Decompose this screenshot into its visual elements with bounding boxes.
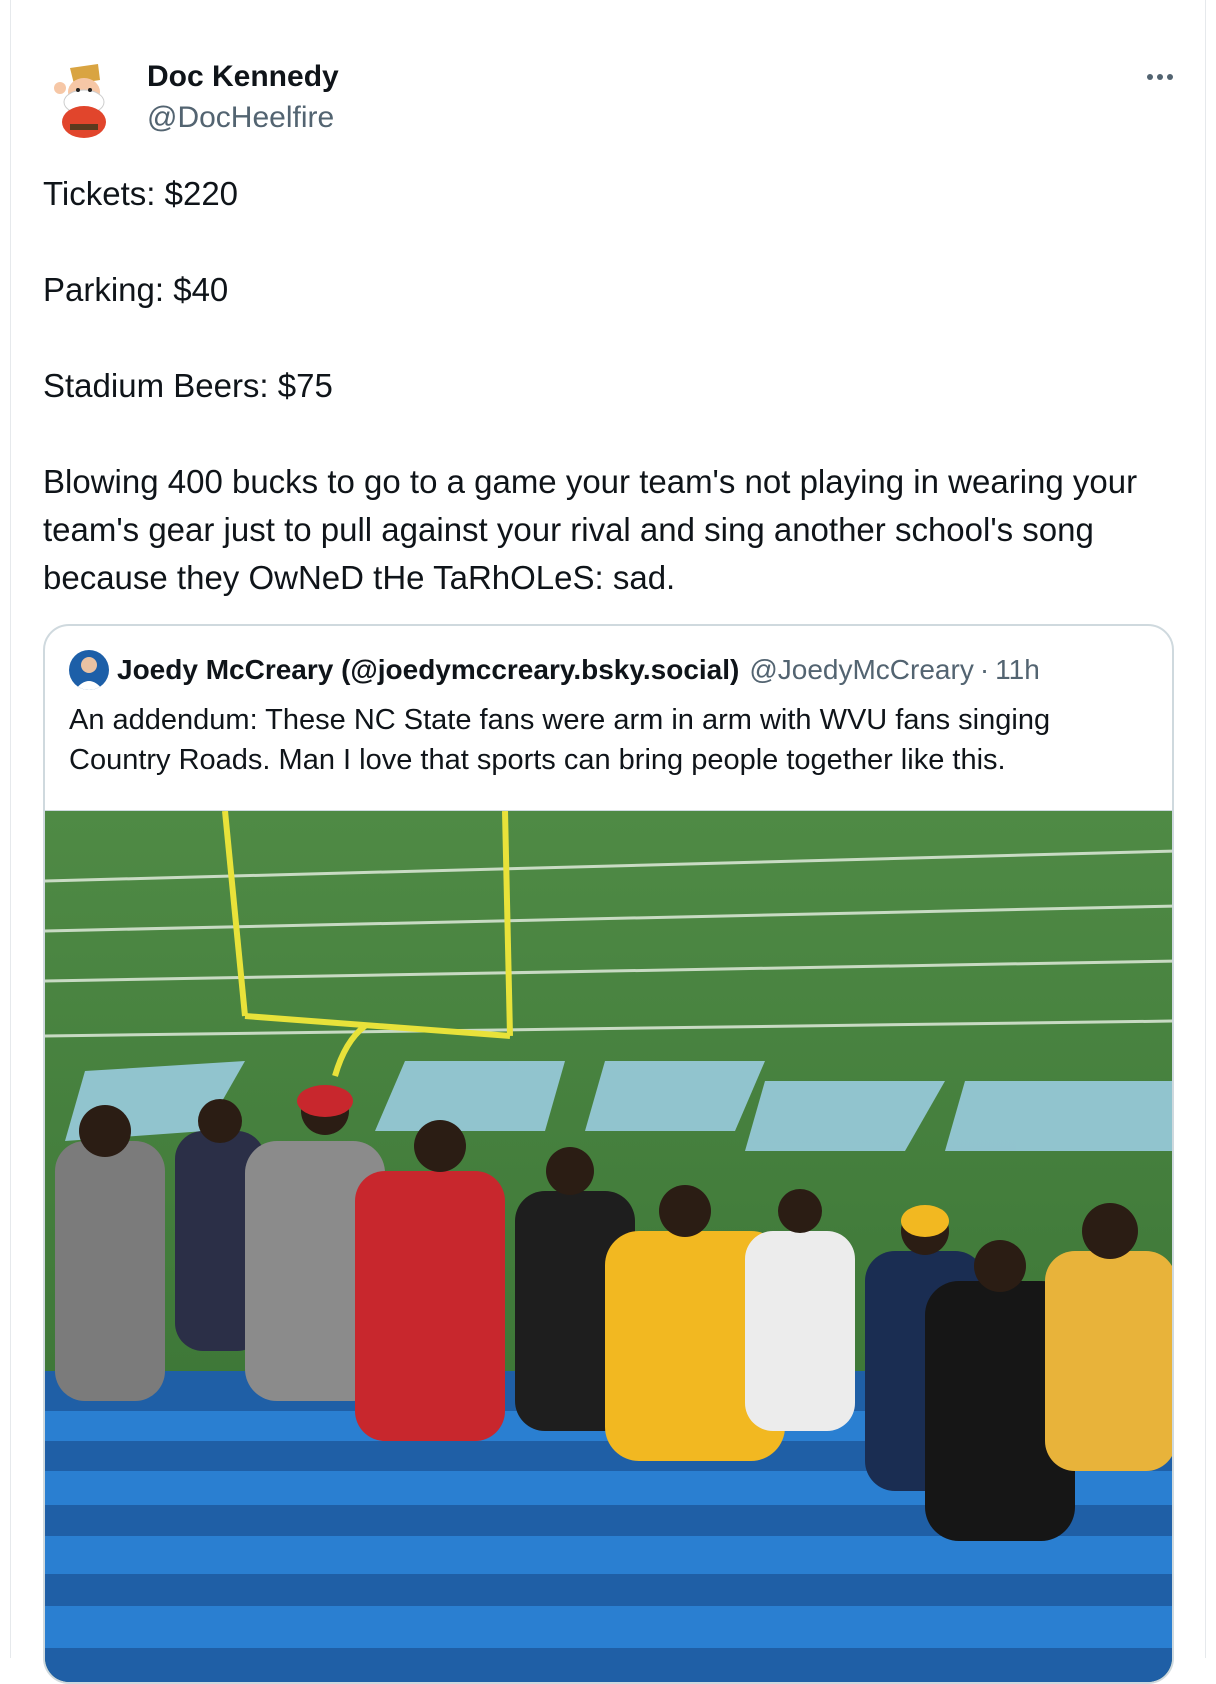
separator-dot: · bbox=[979, 654, 990, 685]
more-horizontal-icon bbox=[1147, 74, 1153, 80]
tweet-line: Parking: $40 bbox=[43, 271, 229, 308]
person-avatar-icon bbox=[69, 650, 109, 690]
author-name[interactable]: Doc Kennedy bbox=[147, 60, 339, 94]
quoted-timestamp[interactable]: 11h bbox=[995, 654, 1040, 686]
tweet-text: Tickets: $220 Parking: $40 Stadium Beers… bbox=[43, 170, 1173, 602]
tweet-line: Stadium Beers: $75 bbox=[43, 367, 333, 404]
tweet-line: Tickets: $220 bbox=[43, 175, 239, 212]
quoted-author-name[interactable]: Joedy McCreary (@joedymccreary.bsky.soci… bbox=[117, 654, 739, 686]
author-handle[interactable]: @DocHeelfire bbox=[147, 101, 334, 135]
stadium-crowd-image bbox=[45, 810, 1172, 1682]
quoted-tweet-text: An addendum: These NC State fans were ar… bbox=[69, 704, 1051, 776]
stadium-photo[interactable] bbox=[45, 810, 1172, 1682]
tweet-line: Blowing 400 bucks to go to a game your t… bbox=[43, 463, 1147, 596]
quoted-tweet[interactable]: Joedy McCreary (@joedymccreary.bsky.soci… bbox=[43, 624, 1174, 1684]
author-avatar[interactable] bbox=[40, 58, 124, 142]
quoted-tweet-header: Joedy McCreary (@joedymccreary.bsky.soci… bbox=[69, 650, 1040, 690]
quoted-author-handle[interactable]: @JoedyMcCreary bbox=[749, 654, 973, 686]
more-options-button[interactable] bbox=[1140, 62, 1180, 92]
dwarf-avatar-icon bbox=[40, 58, 124, 142]
quoted-author-avatar[interactable] bbox=[69, 650, 109, 690]
